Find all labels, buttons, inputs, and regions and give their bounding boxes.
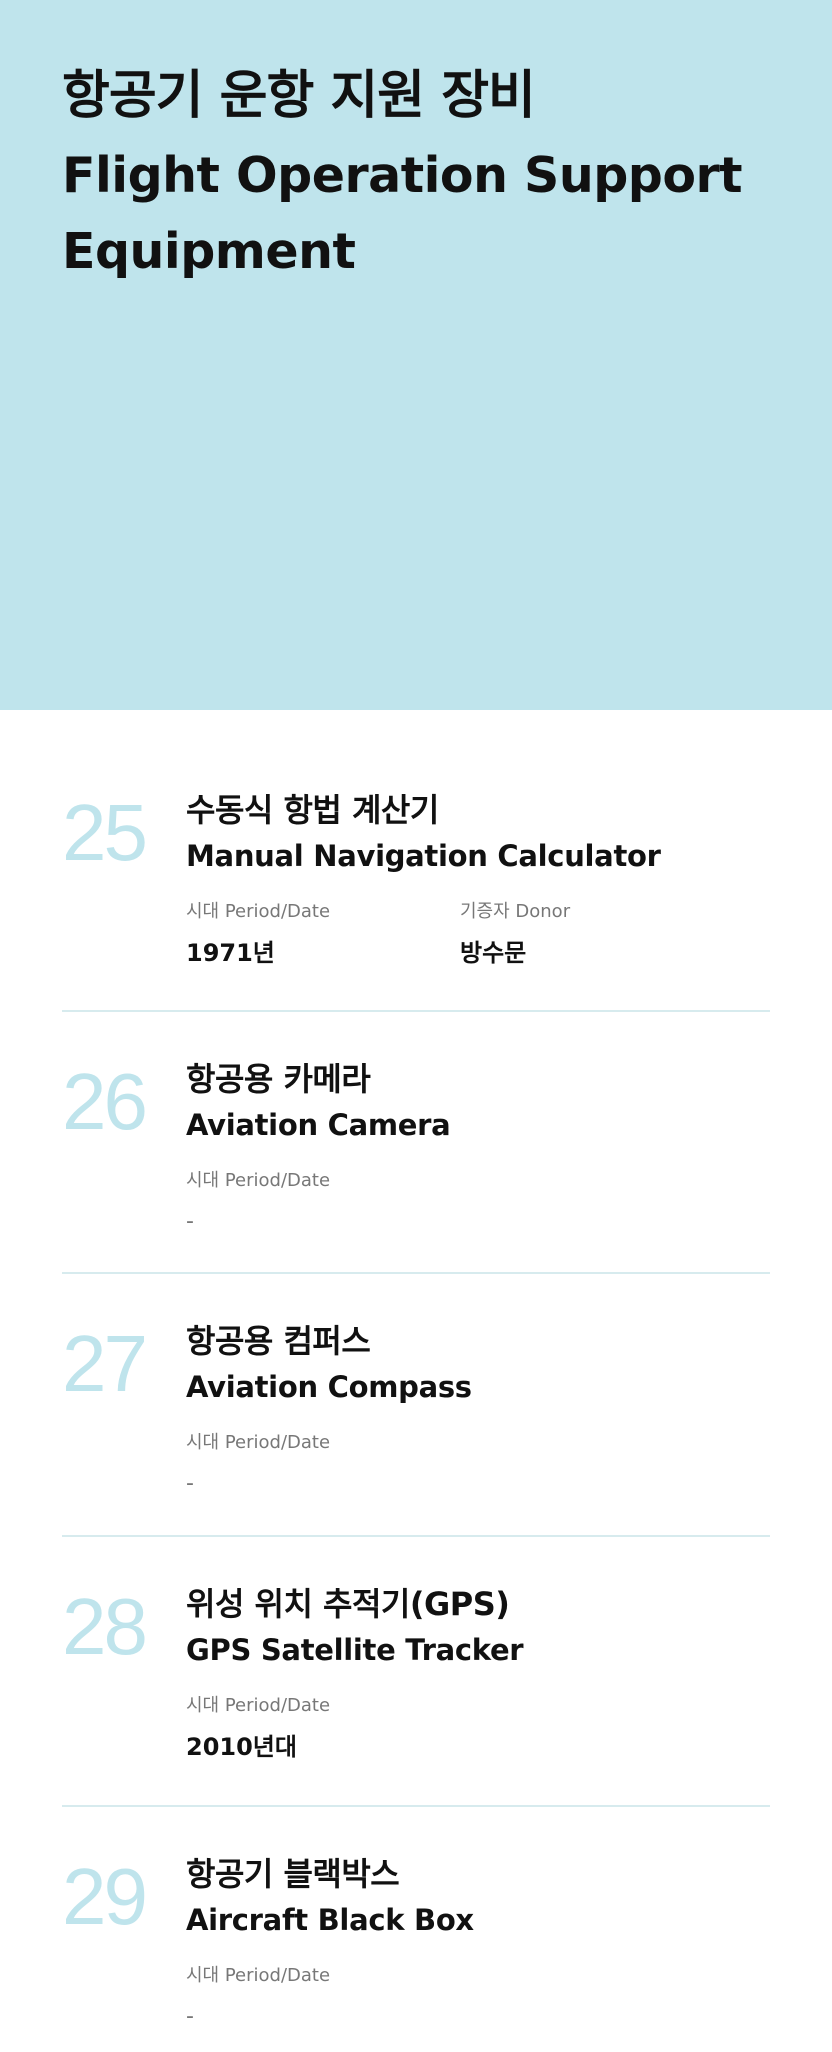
period-label: 시대 Period/Date bbox=[186, 1695, 331, 1716]
list-item-25: 25 수동식 항법 계산기 Manual Navigation Calculat… bbox=[62, 788, 770, 988]
item-title-korean: 항공기 블랙박스 bbox=[186, 1855, 400, 1893]
page-title-korean: 항공기 운항 지원 장비 bbox=[62, 66, 536, 126]
divider bbox=[62, 1010, 770, 1012]
period-label: 시대 Period/Date bbox=[186, 1965, 331, 1986]
period-value: - bbox=[186, 1471, 194, 1496]
item-title-english: Aviation Compass bbox=[186, 1370, 472, 1404]
page-title-english: Flight Operation Support Equipment bbox=[62, 147, 743, 280]
list-item-26: 26 항공용 카메라 Aviation Camera 시대 Period/Dat… bbox=[62, 1057, 770, 1257]
item-title-korean: 수동식 항법 계산기 bbox=[186, 791, 439, 829]
item-number: 25 bbox=[62, 788, 148, 877]
item-title-korean: 위성 위치 추적기(GPS) bbox=[186, 1585, 510, 1623]
item-number: 29 bbox=[62, 1852, 148, 1941]
donor-value: 방수문 bbox=[460, 939, 527, 967]
item-title-english: GPS Satellite Tracker bbox=[186, 1633, 524, 1667]
item-title-korean: 항공용 카메라 bbox=[186, 1060, 371, 1098]
period-value: 2010년대 bbox=[186, 1733, 297, 1761]
item-number: 26 bbox=[62, 1057, 148, 1146]
item-number: 28 bbox=[62, 1582, 148, 1671]
period-label: 시대 Period/Date bbox=[186, 1170, 331, 1191]
donor-label: 기증자 Donor bbox=[460, 901, 571, 922]
item-number: 27 bbox=[62, 1319, 148, 1408]
item-title-korean: 항공용 컴퍼스 bbox=[186, 1322, 371, 1360]
period-label: 시대 Period/Date bbox=[186, 1432, 331, 1453]
list-item-27: 27 항공용 컴퍼스 Aviation Compass 시대 Period/Da… bbox=[62, 1319, 770, 1519]
list-item-28: 28 위성 위치 추적기(GPS) GPS Satellite Tracker … bbox=[62, 1582, 770, 1782]
divider bbox=[62, 1805, 770, 1807]
divider bbox=[62, 1535, 770, 1537]
period-value: - bbox=[186, 2004, 194, 2029]
hero-banner: 항공기 운항 지원 장비 Flight Operation Support Eq… bbox=[0, 0, 832, 710]
item-title-english: Manual Navigation Calculator bbox=[186, 839, 661, 873]
period-label: 시대 Period/Date bbox=[186, 901, 331, 922]
item-title-english: Aircraft Black Box bbox=[186, 1903, 474, 1937]
period-value: - bbox=[186, 1209, 194, 1234]
item-title-english: Aviation Camera bbox=[186, 1108, 451, 1142]
list-item-29: 29 항공기 블랙박스 Aircraft Black Box 시대 Period… bbox=[62, 1852, 770, 2052]
period-value: 1971년 bbox=[186, 939, 275, 967]
divider bbox=[62, 1272, 770, 1274]
